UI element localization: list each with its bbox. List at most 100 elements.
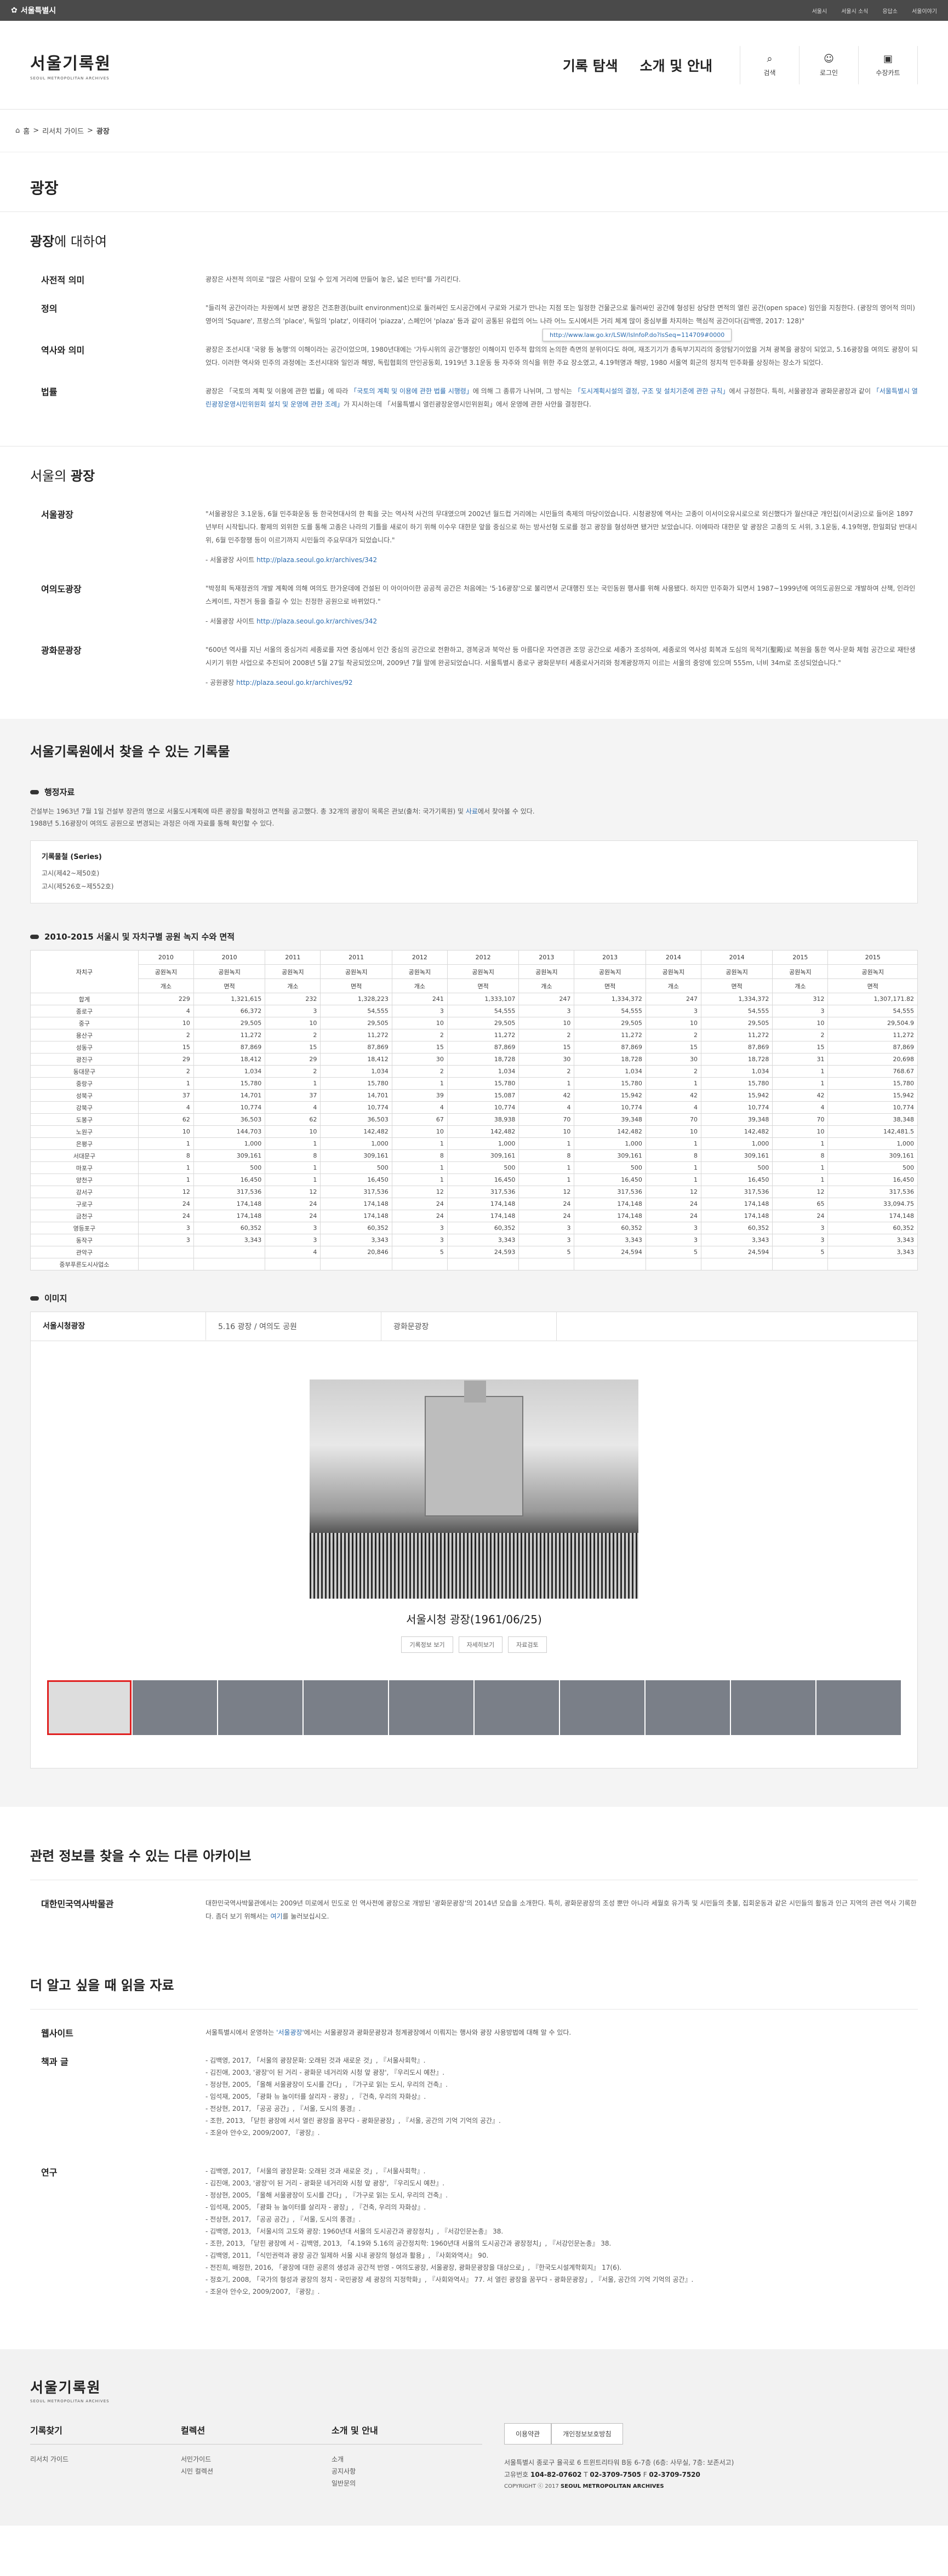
table-cell: 2 [391, 1029, 448, 1041]
seoul-brand[interactable]: ✿ 서울특별시 [11, 5, 56, 16]
table-cell: 24 [518, 1210, 575, 1222]
col-header: 공원녹지 [265, 964, 321, 979]
thumbnail[interactable] [731, 1680, 815, 1735]
cart-button[interactable]: ▣ 수장카트 [859, 45, 918, 84]
thumbnail[interactable] [816, 1680, 901, 1735]
table-cell: 1,307,171.82 [827, 993, 918, 1005]
nav-explore[interactable]: 기록 탐색 [563, 55, 618, 75]
table-cell: 강북구 [30, 1101, 139, 1114]
law-link[interactable]: 「도시계획시설의 결정, 구조 및 설치기준에 관한 규칙」 [574, 387, 729, 395]
footer-link[interactable]: 리서치 가이드 [30, 2453, 181, 2465]
plaza-link[interactable]: http://plaza.seoul.go.kr/archives/342 [256, 617, 377, 625]
footer-logo[interactable]: 서울기록원 SEOUL METROPOLITAN ARCHIVES [30, 2377, 918, 2403]
table-row: 종로구 4 66,372 3 54,555 3 54,555 3 54,555 3 54,555 3 5… [30, 1005, 918, 1017]
nav-about[interactable]: 소개 및 안내 [640, 55, 712, 75]
table-cell: 3 [138, 1222, 194, 1234]
thumbnail[interactable] [47, 1680, 132, 1735]
table-cell: 2 [645, 1029, 701, 1041]
breadcrumb: ⌂ 홈 > 리서치 가이드 > 광장 [0, 110, 948, 152]
footer-link[interactable]: 시민 컬렉션 [181, 2465, 332, 2477]
table-row: 용산구 2 11,272 2 11,272 2 11,272 2 11,272 2 11,272 2 1… [30, 1029, 918, 1041]
series-box: 기록물철 (Series) 고시(제42~제50호) 고시(제526호~제552… [30, 840, 918, 903]
table-cell: 142,481.5 [827, 1125, 918, 1138]
top-bar: ✿ 서울특별시 서울시 서울시 소식 응답소 서울이야기 [0, 0, 948, 21]
square-row: 서울광장 "서울광장은 3.1운동, 6월 민주화운동 등 한국현대사의 한 획… [41, 510, 917, 564]
top-link[interactable]: 서울시 [812, 7, 827, 15]
login-button[interactable]: ☺ 로그인 [799, 45, 859, 84]
table-cell: 노원구 [30, 1125, 139, 1138]
table-cell: 15 [645, 1041, 701, 1054]
table-cell: 4 [265, 1101, 321, 1114]
table-cell: 15 [391, 1041, 448, 1054]
footer-link[interactable]: 공지사항 [332, 2465, 482, 2477]
table-cell: 12 [518, 1186, 575, 1198]
table-cell: 2 [391, 1065, 448, 1078]
archive-link[interactable]: 여기 [270, 1913, 282, 1920]
series-item[interactable]: 고시(제526호~제552호) [42, 880, 906, 893]
table-cell: 60,352 [320, 1222, 392, 1234]
seoul-squares-section: 서울의 광장 서울광장 "서울광장은 3.1운동, 6월 민주화운동 등 한국현… [0, 446, 948, 697]
series-item[interactable]: 고시(제42~제50호) [42, 867, 906, 880]
table-cell: 10 [645, 1125, 701, 1138]
law-link[interactable]: 「국토의 계획 및 이용에 관한 법률 시행령」 [350, 387, 473, 395]
thumbnail[interactable] [304, 1680, 388, 1735]
footer-link[interactable]: 일반문의 [332, 2477, 482, 2489]
table-cell: 24,594 [574, 1246, 646, 1258]
table-cell: 29,505 [700, 1017, 773, 1029]
col-header: 2013 [574, 950, 646, 965]
breadcrumb-guide[interactable]: 리서치 가이드 [42, 125, 84, 136]
table-row: 중부푸른도시사업소 [30, 1258, 918, 1270]
thumbnail[interactable] [133, 1680, 217, 1735]
table-cell: 67 [391, 1113, 448, 1126]
search-button[interactable]: ⌕ 검색 [740, 45, 799, 84]
plaza-link[interactable]: http://plaza.seoul.go.kr/archives/92 [236, 679, 352, 686]
website-link[interactable]: '서울광장' [276, 2029, 304, 2036]
archives-section: 관련 정보를 찾을 수 있는 다른 아카이브 대한민국역사박물관 대한민국역사박… [0, 1807, 948, 1931]
footer-link[interactable]: 소개 [332, 2453, 482, 2465]
table-cell: 12 [265, 1186, 321, 1198]
table-row: 구로구 24 174,148 24 174,148 24 174,148 24 174,148 2… [30, 1198, 918, 1210]
col-header: 면적 [700, 978, 773, 993]
terms-button[interactable]: 이용약관 [504, 2423, 552, 2445]
stats-table: 자치구 2010 2010 2011 2011 2012 2012 2013 2013 2014 2… [30, 950, 918, 1270]
source-link[interactable]: 사료 [466, 808, 478, 815]
table-cell: 42 [645, 1089, 701, 1102]
detail-button[interactable]: 자세히보기 [458, 1636, 503, 1653]
about-title: 광장에 대하여 [30, 234, 107, 249]
table-cell: 60,352 [827, 1222, 918, 1234]
tab-gwanghwamun[interactable]: 광화문광장 [381, 1312, 557, 1341]
privacy-button[interactable]: 개인정보보호방침 [551, 2423, 623, 2445]
table-cell: 174,148 [700, 1198, 773, 1210]
table-cell: 15,780 [827, 1077, 918, 1090]
top-link[interactable]: 서울이야기 [912, 7, 937, 15]
main-photo[interactable] [310, 1379, 638, 1599]
review-button[interactable]: 자료검토 [508, 1636, 547, 1653]
top-link[interactable]: 서울시 소식 [841, 7, 868, 15]
top-link[interactable]: 응답소 [882, 7, 898, 15]
site-logo[interactable]: 서울기록원 SEOUL METROPOLITAN ARCHIVES [30, 50, 111, 81]
table-cell: 30 [518, 1053, 575, 1066]
thumbnail[interactable] [475, 1680, 559, 1735]
thumbnail[interactable] [389, 1680, 473, 1735]
record-info-button[interactable]: 기록정보 보기 [401, 1636, 453, 1653]
table-cell: 29,505 [193, 1017, 266, 1029]
table-row: 마포구 1 500 1 500 1 500 1 500 1 500 1 500 [30, 1161, 918, 1174]
tab-yeouido[interactable]: 5.16 광장 / 여의도 공원 [206, 1312, 381, 1341]
plaza-link[interactable]: http://plaza.seoul.go.kr/archives/342 [256, 556, 377, 564]
table-cell: 3 [391, 1234, 448, 1246]
table-cell: 3,343 [193, 1234, 266, 1246]
table-cell: 18,412 [320, 1053, 392, 1066]
table-cell: 8 [645, 1149, 701, 1162]
thumbnail[interactable] [560, 1680, 644, 1735]
thumbnail[interactable] [218, 1680, 302, 1735]
table-cell: 8 [138, 1149, 194, 1162]
thumbnail[interactable] [646, 1680, 730, 1735]
tab-city-hall[interactable]: 서울시청광장 [31, 1312, 206, 1341]
footer-link[interactable]: 서민가이드 [181, 2453, 332, 2465]
table-cell: 1 [645, 1161, 701, 1174]
table-cell: 144,703 [193, 1125, 266, 1138]
table-cell: 3 [772, 1222, 829, 1234]
home-icon[interactable]: ⌂ [15, 127, 20, 135]
breadcrumb-home[interactable]: 홈 [23, 125, 30, 136]
col-header: 공원녹지 [645, 964, 701, 979]
